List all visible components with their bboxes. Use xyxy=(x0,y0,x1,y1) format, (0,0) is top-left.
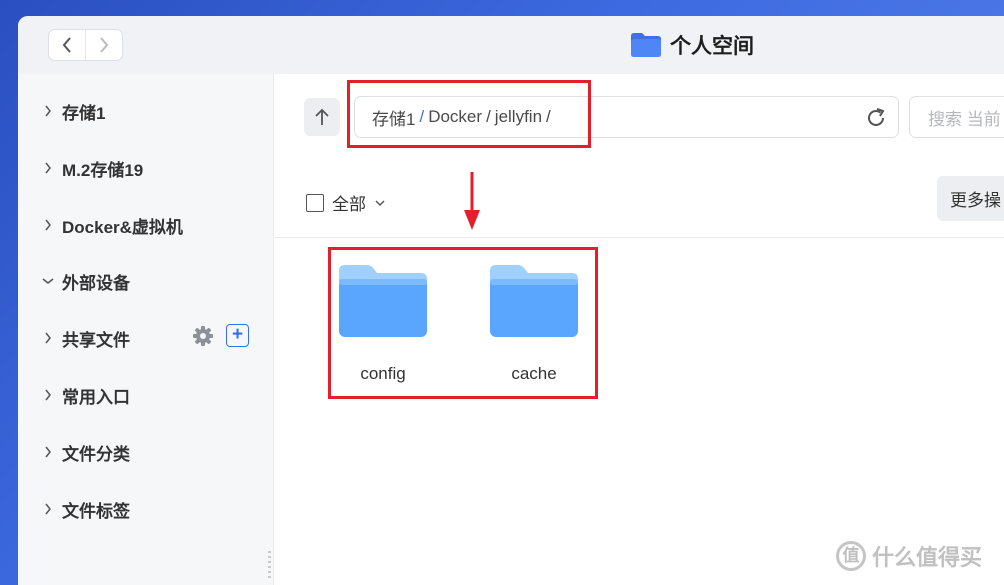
sidebar-item-label: 文件标签 xyxy=(62,501,130,521)
chevron-right-icon xyxy=(100,37,109,53)
highlight-path-box xyxy=(347,80,591,148)
chevron-right-icon xyxy=(40,161,56,175)
chevron-right-icon xyxy=(40,331,56,345)
annotation-arrow-icon xyxy=(464,172,480,230)
external-devices-tools: + xyxy=(192,324,249,347)
arrow-up-icon xyxy=(315,108,329,125)
forward-button[interactable] xyxy=(85,30,122,60)
sidebar-item-label: 存储1 xyxy=(62,103,106,123)
sidebar-item-label: 共享文件 xyxy=(62,330,130,350)
toolbar-divider xyxy=(275,237,1004,238)
parent-folder-button[interactable] xyxy=(304,98,340,136)
gear-icon[interactable] xyxy=(192,325,214,347)
sidebar-item-shared-files[interactable]: 共享文件 xyxy=(40,325,130,351)
sidebar-item-storage1[interactable]: 存储1 xyxy=(40,98,105,124)
chevron-down-icon xyxy=(40,277,56,285)
highlight-folders-box xyxy=(328,247,598,399)
chevron-down-icon xyxy=(375,199,385,206)
search-input[interactable]: 搜索 当前 xyxy=(909,96,1004,138)
sidebar-item-file-categories[interactable]: 文件分类 xyxy=(40,439,130,465)
select-all-checkbox[interactable] xyxy=(306,193,324,212)
sidebar-item-docker-vm[interactable]: Docker&虚拟机 xyxy=(40,212,183,238)
chevron-right-icon xyxy=(40,388,56,402)
window-title-text: 个人空间 xyxy=(670,35,754,58)
sidebar-item-m2-storage19[interactable]: M.2存储19 xyxy=(40,155,143,181)
window-title: 个人空间 xyxy=(630,30,754,60)
sidebar-item-label: 常用入口 xyxy=(62,387,130,407)
sidebar: 存储1 M.2存储19 Docker&虚拟机 外部设备 + 共享文件 常用入口 … xyxy=(18,74,274,585)
sidebar-item-label: M.2存储19 xyxy=(62,160,144,180)
select-all-control[interactable]: 全部 xyxy=(306,190,386,215)
sidebar-item-label: 文件分类 xyxy=(62,444,130,464)
sidebar-resize-handle[interactable] xyxy=(268,551,271,579)
sidebar-item-quick-access[interactable]: 常用入口 xyxy=(40,382,130,408)
sidebar-item-label: 外部设备 xyxy=(62,273,130,293)
folder-icon xyxy=(631,33,661,57)
sidebar-item-external-devices[interactable]: 外部设备 xyxy=(40,268,130,294)
sidebar-item-file-tags[interactable]: 文件标签 xyxy=(40,496,130,522)
add-device-button[interactable]: + xyxy=(226,324,249,347)
chevron-left-icon xyxy=(62,37,71,53)
sidebar-item-label: Docker&虚拟机 xyxy=(62,217,183,237)
watermark-logo: 值 xyxy=(836,541,866,571)
title-bar: 个人空间 xyxy=(18,16,1004,74)
chevron-right-icon xyxy=(40,218,56,232)
select-all-label: 全部 xyxy=(332,195,366,214)
history-nav xyxy=(48,29,123,61)
chevron-right-icon xyxy=(40,445,56,459)
watermark-text: 什么值得买 xyxy=(872,545,983,570)
chevron-right-icon xyxy=(40,502,56,516)
watermark: 值 什么值得买 xyxy=(836,540,982,572)
back-button[interactable] xyxy=(49,30,85,60)
chevron-right-icon xyxy=(40,104,56,118)
refresh-icon[interactable] xyxy=(864,106,888,130)
more-actions-button[interactable]: 更多操 xyxy=(937,176,1004,221)
